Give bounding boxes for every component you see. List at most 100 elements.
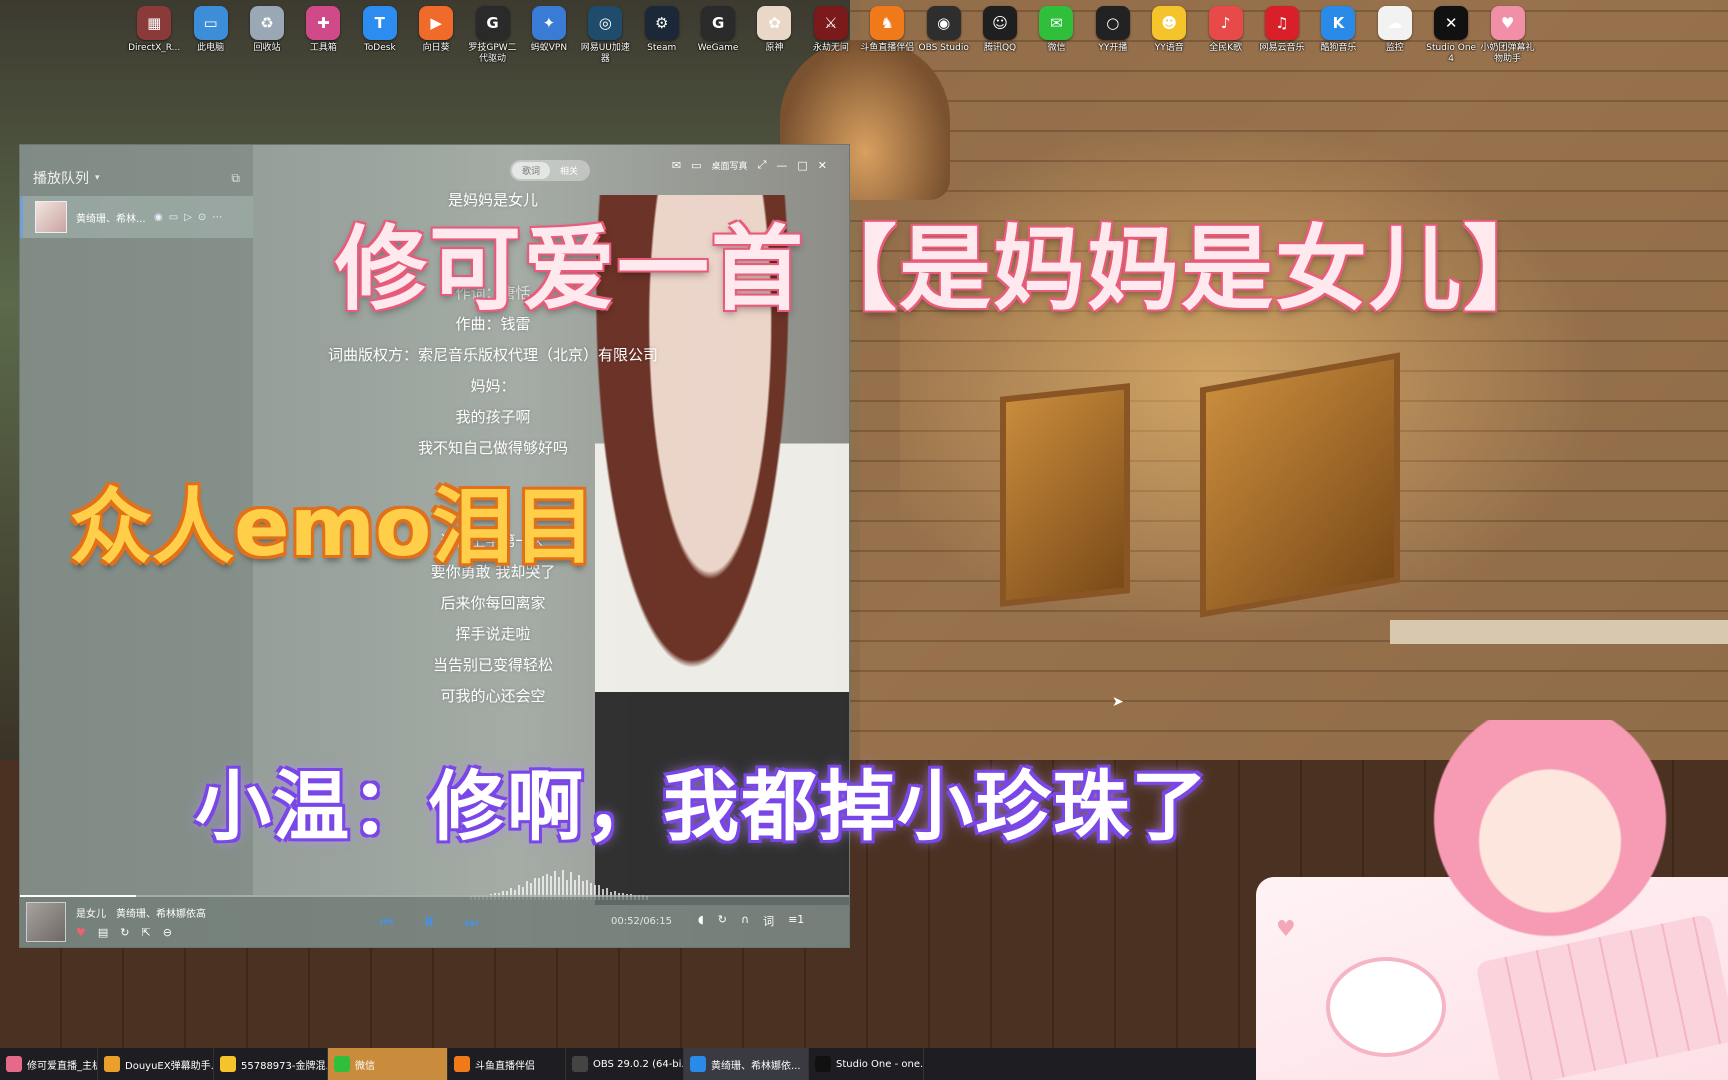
desktop-shortcut-label: 原神 <box>765 43 784 53</box>
netease-music-icon: ♫ <box>1265 6 1299 40</box>
desktop-shortcut[interactable]: ⚔ 永劫无间 <box>803 0 859 70</box>
desktop-shortcut[interactable]: ☺ 腾讯QQ <box>972 0 1028 70</box>
album-cover-thumbnail <box>35 201 67 233</box>
desktop-shortcut[interactable]: ◉ OBS Studio <box>915 0 971 70</box>
lyric-line: 妈妈： <box>470 377 516 395</box>
heart-icon[interactable]: ♥ <box>76 926 86 939</box>
maximize-icon[interactable]: □ <box>797 159 807 172</box>
desktop-shortcut[interactable]: ▶ 向日葵 <box>408 0 464 70</box>
now-playing-cover[interactable] <box>26 902 66 942</box>
now-playing-title[interactable]: 是女儿 黄绮珊、希林娜依高 <box>76 905 276 920</box>
collect-icon[interactable]: ▤ <box>98 926 108 939</box>
queue-title[interactable]: 播放队列 <box>33 168 89 188</box>
desktop-shortcut[interactable]: ✕ Studio One 4 <box>1423 0 1479 70</box>
loop-icon[interactable]: ↻ <box>718 913 727 929</box>
window-toolbar: ✉ ▭ 桌面写真 ⤢ — □ ✕ <box>672 158 827 172</box>
taskbar: 修可爱直播_主机画... DouyuEX弹幕助手... 55788973-金牌混..… <box>0 1048 1256 1080</box>
taskbar-item-label: OBS 29.0.2 (64-bi... <box>593 1058 684 1070</box>
taskbar-item[interactable]: 斗鱼直播伴侣 <box>448 1048 566 1080</box>
kugou-icon: K <box>1321 6 1356 40</box>
desktop-icon-row: ▦ DirectX_R... ▭ 此电脑 ♻ 回收站 ✚ 工具箱 T ToDesk ▶ 向日葵 G 罗技G… <box>126 0 1536 70</box>
taskbar-item-label: DouyuEX弹幕助手... <box>125 1060 214 1072</box>
taskbar-item-label: 55788973-金牌混... <box>241 1060 328 1072</box>
taskbar-item[interactable]: 黄绮珊、希林娜依... <box>684 1048 809 1080</box>
next-track-icon[interactable]: ⏭ <box>465 913 479 931</box>
close-icon[interactable]: ✕ <box>818 159 827 172</box>
desktop-photo-button[interactable]: 桌面写真 <box>712 159 748 172</box>
playback-options: ◖ ↻ ∩ 词 ≡1 <box>698 913 804 929</box>
wallpaper-table <box>1390 620 1728 644</box>
playlist-icon[interactable]: ≡1 <box>788 913 804 929</box>
douyu-icon: ♞ <box>870 6 905 40</box>
desktop-shortcut[interactable]: ○ YY开播 <box>1085 0 1141 70</box>
tab-lyrics[interactable]: 歌词 <box>512 162 551 179</box>
desktop-shortcut[interactable]: G WeGame <box>690 0 746 70</box>
desktop-shortcut[interactable]: K 酷狗音乐 <box>1310 0 1366 70</box>
desktop-shortcut-label: 工具箱 <box>309 43 337 53</box>
desktop-shortcut[interactable]: ♫ 网易云音乐 <box>1254 0 1310 70</box>
queue-list-item[interactable]: 黄绮珊、希林... ◉ ▭ ▷ ⊙ ⋯ <box>20 196 253 238</box>
mv-icon[interactable]: ▭ <box>169 212 178 223</box>
taskbar-item[interactable]: OBS 29.0.2 (64-bi... <box>566 1048 684 1080</box>
more-icon[interactable]: ⊖ <box>163 926 172 939</box>
computer-icon: ▭ <box>193 6 228 40</box>
headphones-icon[interactable]: ∩ <box>741 913 749 929</box>
desktop-shortcut[interactable]: ♥ 小奶团弹幕礼物助手 <box>1479 0 1535 70</box>
taskbar-item[interactable]: DouyuEX弹幕助手... <box>98 1048 214 1080</box>
lyrics-icon[interactable]: 词 <box>763 913 774 929</box>
taskbar-item[interactable]: Studio One - one... <box>809 1048 924 1080</box>
desktop-shortcut-label: 永劫无间 <box>812 43 849 53</box>
kge-icon: ♪ <box>1208 6 1243 40</box>
tab-related[interactable]: 相关 <box>550 162 588 179</box>
more-icon[interactable]: ⋯ <box>212 212 222 223</box>
mail-icon[interactable]: ✉ <box>672 159 681 172</box>
desktop-shortcut[interactable]: ♞ 斗鱼直播伴侣 <box>859 0 915 70</box>
download-icon[interactable]: ⊙ <box>198 212 206 223</box>
volume-icon[interactable]: ◖ <box>698 913 704 929</box>
desktop-shortcut[interactable]: G 罗技GPW二代驱动 <box>464 0 520 70</box>
taskbar-item-label: 斗鱼直播伴侣 <box>475 1060 535 1072</box>
desktop-shortcut[interactable]: ☻ YY语音 <box>1141 0 1197 70</box>
desktop-shortcut[interactable]: T ToDesk <box>352 0 408 70</box>
yy-voice-icon <box>220 1056 236 1072</box>
desktop-shortcut[interactable]: ✦ 蚂蚁VPN <box>521 0 577 70</box>
play-next-icon[interactable]: ▷ <box>184 212 192 223</box>
recycle-bin-icon: ♻ <box>249 6 284 40</box>
chevron-down-icon[interactable]: ▾ <box>95 173 100 183</box>
previous-track-icon[interactable]: ⏮ <box>380 913 394 931</box>
wallpaper-easel-left <box>1000 383 1130 607</box>
overlay-quote-caption: 小温：修啊，我都掉小珍珠了 <box>195 762 1209 851</box>
fullscreen-icon[interactable]: ⤢ <box>758 158 767 172</box>
desktop-shortcut-label: 向日葵 <box>422 43 450 53</box>
playback-time: 00:52/06:15 <box>611 916 673 927</box>
progress-bar[interactable] <box>20 895 849 897</box>
taskbar-item[interactable]: 修可爱直播_主机画... <box>0 1048 98 1080</box>
pause-icon[interactable]: ⏸ <box>424 909 435 934</box>
desktop-shortcut[interactable]: ☁ 监控 <box>1367 0 1423 70</box>
playback-bar: 是女儿 黄绮珊、希林娜依高 ♥ ▤ ↻ ⇱ ⊖ ⏮ ⏸ ⏭ 00:52/06:1… <box>20 895 849 947</box>
popout-icon[interactable]: ⧉ <box>231 171 240 186</box>
desktop-shortcut[interactable]: ✿ 原神 <box>746 0 802 70</box>
desktop-shortcut[interactable]: ▭ 此电脑 <box>182 0 238 70</box>
minimize-icon[interactable]: — <box>776 159 787 172</box>
share-icon[interactable]: ↻ <box>120 926 129 939</box>
desktop-shortcut[interactable]: ▦ DirectX_R... <box>126 0 182 70</box>
desktop-shortcut[interactable]: ✉ 微信 <box>1028 0 1084 70</box>
wegame-icon: G <box>701 6 736 40</box>
genshin-icon: ✿ <box>757 6 792 40</box>
yy-voice-icon: ☻ <box>1152 6 1187 40</box>
desktop-shortcut[interactable]: ◎ 网易UU加速器 <box>577 0 633 70</box>
taskbar-item-label: 微信 <box>355 1060 375 1072</box>
desktop-shortcut-label: 腾讯QQ <box>983 43 1017 53</box>
external-link-icon[interactable]: ⇱ <box>142 926 151 939</box>
desktop-shortcut[interactable]: ⚙ Steam <box>634 0 690 70</box>
desktop-shortcut[interactable]: ✚ 工具箱 <box>295 0 351 70</box>
taskbar-item[interactable]: 微信 <box>328 1048 448 1080</box>
desktop-shortcut-label: ToDesk <box>363 43 396 53</box>
taskbar-item[interactable]: 55788973-金牌混... <box>214 1048 328 1080</box>
yy-live-icon: ○ <box>1095 6 1130 40</box>
desktop-shortcut[interactable]: ♻ 回收站 <box>239 0 295 70</box>
eye-icon[interactable]: ◉ <box>154 212 163 223</box>
desktop-lyrics-icon[interactable]: ▭ <box>691 159 701 172</box>
desktop-shortcut[interactable]: ♪ 全民K歌 <box>1197 0 1253 70</box>
